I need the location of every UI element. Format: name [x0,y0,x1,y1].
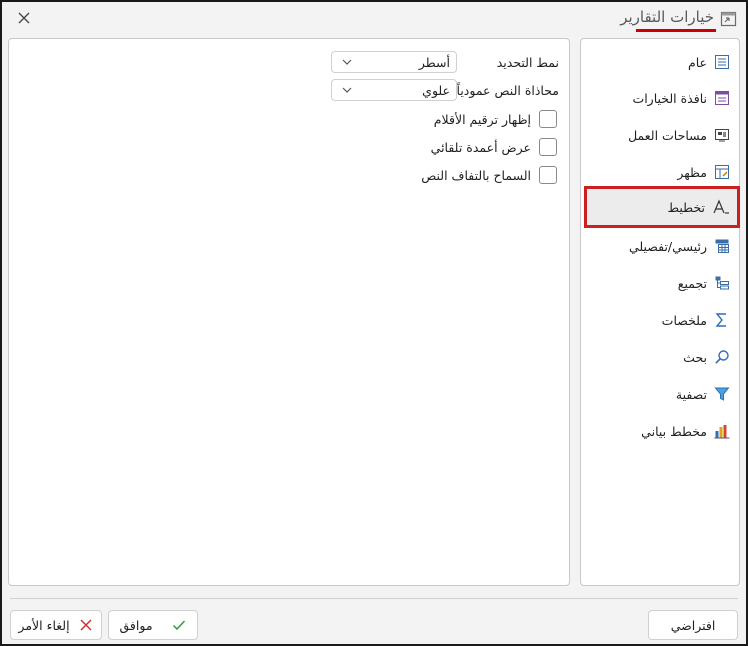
nav-item-label: بحث [683,349,707,365]
nav-item-label: تجميع [677,275,707,291]
auto-column-width-label: عرض أعمدة تلقائي [430,139,531,155]
layout-font-icon [711,198,729,216]
ok-button[interactable]: موافق [108,610,198,640]
dialog-title: خيارات التقارير [620,8,714,26]
title-underline [636,29,716,32]
nav-item-grouping[interactable]: تجميع [581,268,739,298]
nav-item-layout[interactable]: تخطيط [584,186,740,228]
vertical-alignment-value: علوي [422,82,450,98]
nav-item-label: تخطيط [667,199,705,215]
selection-mode-dropdown[interactable]: أسطر [331,51,457,73]
report-options-dialog: خيارات التقارير عام نافذة الخيارات مساحا [0,0,748,646]
bar-chart-icon [713,422,731,440]
filter-icon [713,385,731,403]
nav-item-label: نافذة الخيارات [632,90,707,106]
grouping-icon [713,274,731,292]
search-icon [713,348,731,366]
report-options-icon [720,10,738,28]
cancel-button-label: إلغاء الأمر [18,617,70,633]
default-button-label: افتراضي [670,617,716,633]
nav-item-master-detail[interactable]: رئيسي/تفصيلي [581,231,739,261]
close-button[interactable] [14,8,34,28]
allow-text-wrap-checkbox[interactable] [539,166,557,184]
options-nav-panel: عام نافذة الخيارات مساحات العمل مظهر تخط… [580,38,740,586]
vertical-alignment-row: محاذاة النص عمودياً [457,79,559,101]
footer-separator [10,598,738,599]
auto-column-width-checkbox[interactable] [539,138,557,156]
cancel-x-icon [78,617,94,633]
selection-mode-row: نمط التحديد [497,51,559,73]
nav-item-label: مساحات العمل [628,127,707,143]
nav-item-label: مظهر [677,164,707,180]
appearance-icon [713,163,731,181]
nav-item-chart[interactable]: مخطط بياني [581,416,739,446]
workspaces-icon [713,126,731,144]
general-list-icon [713,53,731,71]
layout-settings-panel: نمط التحديد أسطر محاذاة النص عمودياً علو… [8,38,570,586]
vertical-alignment-label: محاذاة النص عمودياً [456,82,559,98]
allow-text-wrap-label: السماح بالتفاف النص [421,167,531,183]
selection-mode-label: نمط التحديد [496,54,559,70]
default-button[interactable]: افتراضي [648,610,738,640]
nav-item-label: ملخصات [661,312,707,328]
nav-item-search[interactable]: بحث [581,342,739,372]
nav-item-label: رئيسي/تفصيلي [628,238,707,254]
show-pen-numbering-label: إظهار ترقيم الأقلام [433,111,531,127]
chevron-down-icon [342,87,352,93]
close-icon [18,12,30,24]
nav-item-label: مخطط بياني [641,423,707,439]
nav-item-appearance[interactable]: مظهر [581,157,739,187]
nav-item-workspaces[interactable]: مساحات العمل [581,120,739,150]
nav-item-label: تصفية [675,386,707,402]
nav-item-general[interactable]: عام [581,47,739,77]
sigma-icon [713,311,731,329]
nav-item-options-window[interactable]: نافذة الخيارات [581,83,739,113]
show-pen-numbering-checkbox-row[interactable]: إظهار ترقيم الأقلام [434,109,557,129]
master-detail-icon [713,237,731,255]
nav-item-filter[interactable]: تصفية [581,379,739,409]
chevron-down-icon [342,59,352,65]
checkmark-icon [171,617,187,633]
selection-mode-value: أسطر [418,54,450,70]
ok-button-label: موافق [119,617,153,633]
auto-column-width-checkbox-row[interactable]: عرض أعمدة تلقائي [431,137,557,157]
options-window-icon [713,89,731,107]
cancel-button[interactable]: إلغاء الأمر [10,610,102,640]
nav-item-label: عام [687,54,707,70]
vertical-alignment-dropdown[interactable]: علوي [331,79,457,101]
nav-item-summaries[interactable]: ملخصات [581,305,739,335]
allow-text-wrap-checkbox-row[interactable]: السماح بالتفاف النص [421,165,557,185]
show-pen-numbering-checkbox[interactable] [539,110,557,128]
title-bar: خيارات التقارير [2,2,746,38]
